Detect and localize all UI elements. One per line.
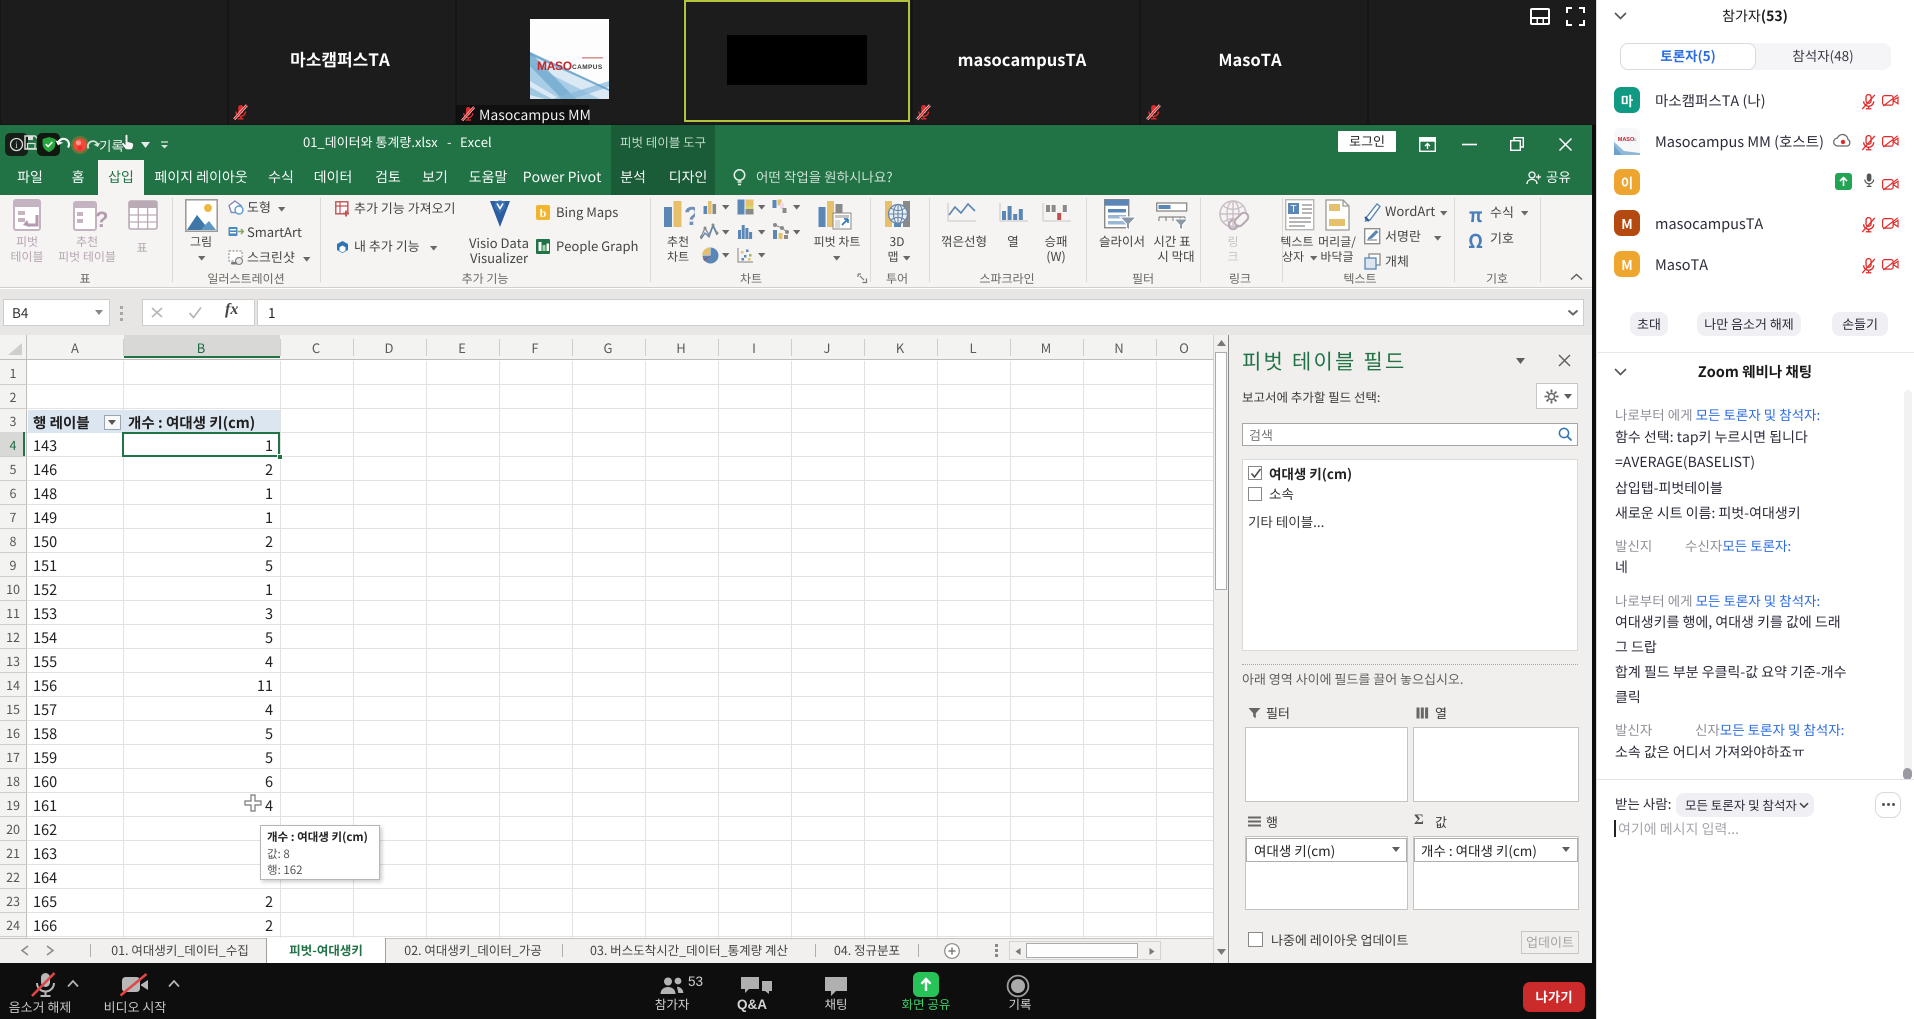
svg-text:b: b xyxy=(540,206,547,220)
svg-text:T: T xyxy=(1290,204,1296,215)
svg-text:MASO: MASO xyxy=(537,59,572,73)
svg-text:CAMPUS: CAMPUS xyxy=(572,64,603,71)
svg-text:?: ? xyxy=(684,201,695,231)
svg-text:?: ? xyxy=(95,207,107,232)
svg-text:MASO: MASO xyxy=(1618,137,1635,143)
svg-text:i: i xyxy=(15,140,18,150)
